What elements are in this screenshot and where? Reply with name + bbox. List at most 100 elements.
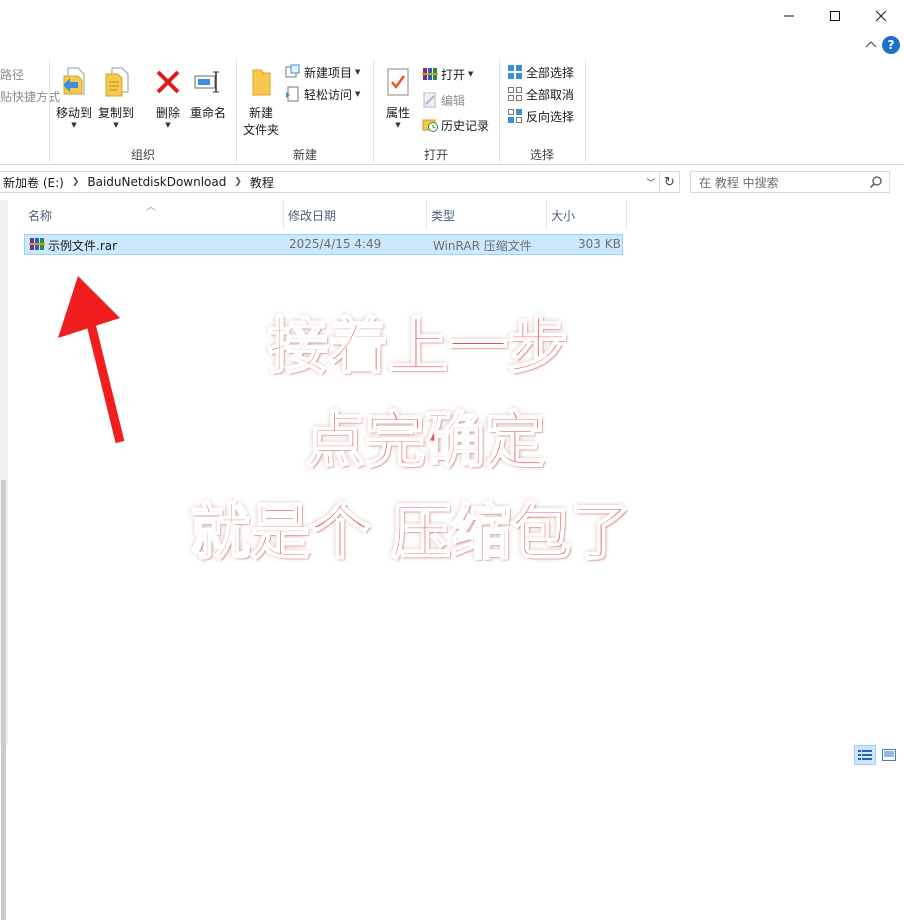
edit-label: 编辑: [441, 93, 466, 108]
breadcrumb-drive[interactable]: 新加卷 (E:): [3, 174, 64, 191]
open-label: 打开: [441, 67, 466, 82]
search-placeholder: 在 教程 中搜索: [699, 175, 779, 190]
column-date-label: 修改日期: [288, 208, 337, 223]
rename-button[interactable]: 重命名: [188, 66, 228, 121]
edit-icon: [423, 92, 436, 108]
select-all-icon: [508, 65, 522, 79]
column-size-label: 大小: [551, 208, 576, 223]
refresh-icon: ↻: [664, 174, 675, 190]
delete-icon: [156, 70, 180, 94]
rename-label: 重命名: [189, 106, 226, 120]
move-to-label: 移动到: [55, 106, 92, 120]
new-folder-icon: [252, 69, 271, 96]
copy-path-button[interactable]: 路径: [0, 64, 24, 84]
file-type: WinRAR 压缩文件: [433, 239, 532, 253]
column-header-name[interactable]: 名称: [24, 200, 284, 230]
new-folder-button[interactable]: 新建 文件夹: [240, 66, 282, 138]
select-none-button[interactable]: 全部取消: [507, 84, 574, 104]
group-divider: [236, 60, 237, 162]
search-input[interactable]: 在 教程 中搜索: [690, 171, 890, 193]
column-header-date[interactable]: 修改日期: [284, 200, 427, 230]
new-group-label: 新建: [292, 148, 317, 162]
paste-shortcut-button[interactable]: 贴快捷方式: [0, 86, 60, 106]
select-all-label: 全部选择: [526, 65, 575, 80]
easy-access-button[interactable]: 轻松访问 ▼: [285, 84, 360, 104]
close-icon: [875, 10, 887, 22]
select-none-icon: [508, 87, 522, 101]
invert-selection-icon: [508, 109, 522, 123]
address-history-dropdown[interactable]: ﹀: [642, 171, 660, 193]
move-to-icon: [63, 67, 85, 95]
large-icons-view-button[interactable]: [878, 745, 900, 765]
select-none-label: 全部取消: [526, 87, 575, 102]
open-button[interactable]: 打开 ▼: [422, 64, 473, 84]
chevron-right-icon[interactable]: ❯: [234, 177, 242, 187]
chevron-down-icon: ▼: [165, 121, 171, 129]
column-header-type[interactable]: 类型: [427, 200, 547, 230]
chevron-up-icon: [865, 41, 877, 48]
ribbon-bottom-border: [0, 164, 904, 165]
file-date: 2025/4/15 4:49: [289, 237, 382, 251]
maximize-icon: [830, 11, 840, 21]
edit-button[interactable]: 编辑: [422, 90, 465, 110]
help-button[interactable]: ?: [882, 36, 900, 54]
winrar-icon: [422, 68, 438, 80]
organize-group-label: 组织: [130, 148, 155, 162]
select-group-label: 选择: [529, 148, 554, 162]
scrollbar-thumb[interactable]: [1, 480, 6, 920]
copy-to-button[interactable]: 复制到 ▼: [96, 66, 136, 129]
help-icon: ?: [887, 38, 895, 52]
paste-shortcut-label: 贴快捷方式: [0, 89, 61, 104]
new-folder-label-line2: 文件夹: [242, 123, 279, 137]
easy-access-icon: [286, 86, 299, 102]
details-view-icon: [858, 750, 872, 760]
file-name[interactable]: 示例文件.rar: [48, 237, 117, 254]
table-row[interactable]: 示例文件.rar 2025/4/15 4:49 WinRAR 压缩文件 303 …: [24, 234, 623, 255]
chevron-down-icon: ▼: [468, 70, 474, 78]
new-item-button[interactable]: 新建项目 ▼: [285, 62, 360, 82]
group-divider: [49, 60, 50, 162]
collapse-ribbon-button[interactable]: [864, 38, 878, 52]
large-icons-view-icon: [882, 749, 896, 761]
search-icon[interactable]: [869, 175, 883, 189]
column-header-size[interactable]: 大小: [547, 200, 627, 230]
title-bar: [0, 0, 904, 32]
breadcrumb-folder[interactable]: BaiduNetdiskDownload: [87, 175, 226, 189]
select-all-button[interactable]: 全部选择: [507, 62, 574, 82]
annotation-line-2: 点完确定: [304, 405, 546, 477]
invert-selection-button[interactable]: 反向选择: [507, 106, 574, 126]
chevron-down-icon: ▼: [395, 121, 401, 129]
chevron-right-icon[interactable]: ❯: [72, 177, 80, 187]
chevron-down-icon: ▼: [71, 121, 77, 129]
rar-file-icon: [29, 238, 45, 250]
breadcrumb-current[interactable]: 教程: [250, 174, 274, 191]
invert-selection-label: 反向选择: [526, 109, 575, 124]
copy-to-label: 复制到: [97, 106, 134, 120]
refresh-button[interactable]: ↻: [660, 171, 680, 193]
new-item-label: 新建项目: [304, 65, 353, 80]
address-bar[interactable]: 新加卷 (E:) ❯ BaiduNetdiskDownload ❯ 教程: [0, 171, 660, 193]
open-group-label: 打开: [423, 148, 448, 162]
new-item-icon: [285, 64, 300, 78]
properties-label: 属性: [385, 106, 410, 120]
properties-icon: [387, 68, 409, 96]
properties-button[interactable]: 属性 ▼: [380, 66, 416, 129]
new-folder-label-line1: 新建: [248, 106, 273, 120]
delete-button[interactable]: 删除 ▼: [148, 66, 188, 129]
maximize-button[interactable]: [812, 0, 858, 32]
history-button[interactable]: 历史记录: [422, 115, 489, 135]
history-label: 历史记录: [441, 118, 490, 133]
annotation-line-1: 接着上一步: [267, 311, 569, 383]
easy-access-label: 轻松访问: [304, 87, 353, 102]
chevron-down-icon: ▼: [113, 121, 119, 129]
move-to-button[interactable]: 移动到 ▼: [54, 66, 94, 129]
copy-to-icon: [105, 67, 129, 97]
file-size: 303 KB: [578, 237, 621, 251]
details-view-button[interactable]: [854, 745, 876, 765]
navigation-pane-scrollbar[interactable]: [0, 200, 8, 920]
copy-path-label: 路径: [0, 67, 25, 82]
column-name-label: 名称: [28, 208, 53, 223]
close-button[interactable]: [858, 0, 904, 32]
chevron-down-icon: ﹀: [646, 178, 656, 189]
minimize-button[interactable]: [766, 0, 812, 32]
